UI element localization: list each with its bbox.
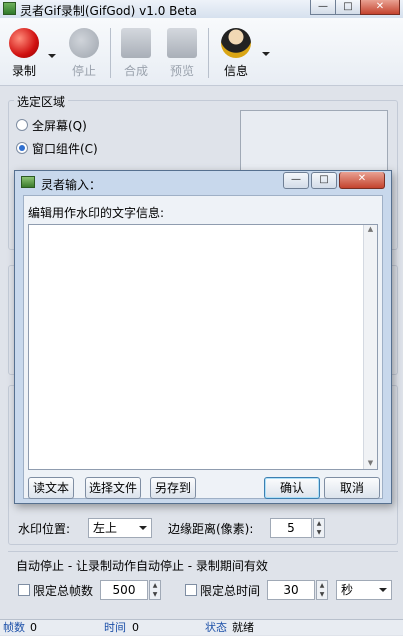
frames-limit-checkbox[interactable] — [18, 584, 30, 596]
info-label: 信息 — [223, 64, 248, 78]
record-icon — [9, 28, 39, 58]
time-unit-select[interactable]: 秒 — [336, 580, 392, 600]
frames-limit-input[interactable]: 500 — [100, 580, 148, 600]
person-icon — [221, 28, 251, 58]
toolbar-separator — [110, 28, 111, 78]
dialog-title: 灵者输入： — [41, 178, 102, 192]
dialog-maximize-button[interactable]: □ — [311, 172, 337, 189]
dialog-close-button[interactable]: ✕ — [339, 172, 385, 189]
time-limit-spinner[interactable]: ▲ ▼ — [316, 580, 328, 600]
record-label: 录制 — [11, 64, 36, 78]
record-dropdown-icon[interactable] — [48, 54, 56, 58]
text-scrollbar[interactable]: ▲ ▼ — [363, 225, 377, 469]
input-dialog: 灵者输入： — □ ✕ 编辑用作水印的文字信息: ▲ ▼ 读文本 选择文件 另存… — [14, 170, 392, 504]
time-limit-input[interactable]: 30 — [267, 580, 315, 600]
margin-input[interactable]: 5 — [270, 518, 312, 538]
watermark-position-value: 左上 — [93, 521, 118, 535]
dialog-app-icon — [21, 176, 35, 188]
margin-spinner[interactable]: ▲ ▼ — [313, 518, 325, 538]
margin-label: 边缘距离(像素): — [168, 522, 254, 536]
cancel-button[interactable]: 取消 — [324, 477, 380, 499]
watermark-position-label: 水印位置: — [18, 522, 71, 536]
divider — [8, 551, 398, 552]
minimize-button[interactable]: — — [310, 0, 336, 15]
folder-icon — [167, 28, 197, 58]
window-component-label: 窗口组件(C) — [32, 142, 98, 156]
frames-status-value: 0 — [30, 621, 37, 634]
preview-button[interactable]: 预览 — [160, 24, 204, 82]
autostop-label: 自动停止 - 让录制动作自动停止 - 录制期间有效 — [16, 559, 268, 573]
state-status-value: 就绪 — [232, 621, 254, 634]
maximize-button[interactable]: □ — [335, 0, 361, 15]
compose-button[interactable]: 合成 — [114, 24, 158, 82]
dialog-minimize-button[interactable]: — — [283, 172, 309, 189]
scroll-up-icon[interactable]: ▲ — [364, 225, 377, 233]
choose-file-button[interactable]: 选择文件 — [85, 477, 141, 499]
region-group-title: 选定区域 — [14, 93, 69, 110]
toolbar: 录制 停止 合成 预览 信息 — [0, 18, 403, 86]
fullscreen-radio[interactable] — [16, 119, 28, 131]
read-text-button[interactable]: 读文本 — [28, 477, 74, 499]
scroll-down-icon[interactable]: ▼ — [364, 459, 377, 467]
fullscreen-label: 全屏幕(Q) — [32, 119, 87, 133]
save-as-button[interactable]: 另存到 — [150, 477, 196, 499]
time-status-value: 0 — [132, 621, 139, 634]
frames-limit-label: 限定总帧数 — [33, 584, 94, 598]
frames-status-label: 帧数 — [3, 621, 25, 634]
close-button[interactable]: ✕ — [360, 0, 400, 15]
record-button[interactable]: 录制 — [2, 24, 46, 82]
compose-label: 合成 — [123, 64, 148, 78]
window-component-radio[interactable] — [16, 142, 28, 154]
film-icon — [121, 28, 151, 58]
title-bar: 灵者Gif录制(GifGod) v1.0 Beta — □ ✕ — [0, 0, 403, 18]
chevron-down-icon — [379, 588, 387, 592]
frames-limit-spinner[interactable]: ▲ ▼ — [149, 580, 161, 600]
ok-button[interactable]: 确认 — [264, 477, 320, 499]
dialog-prompt: 编辑用作水印的文字信息: — [28, 206, 165, 220]
status-bar: 帧数 0 时间 0 状态 就绪 — [0, 619, 403, 635]
window-title: 灵者Gif录制(GifGod) v1.0 Beta — [20, 4, 197, 18]
time-limit-checkbox[interactable] — [185, 584, 197, 596]
chevron-down-icon — [139, 526, 147, 530]
info-dropdown-icon[interactable] — [262, 52, 270, 56]
preview-label: 预览 — [169, 64, 194, 78]
stop-icon — [69, 28, 99, 58]
app-icon — [3, 2, 16, 15]
dialog-body: 编辑用作水印的文字信息: ▲ ▼ 读文本 选择文件 另存到 确认 取消 — [23, 195, 383, 499]
region-preview — [240, 110, 388, 172]
time-unit-value: 秒 — [341, 583, 354, 597]
time-status-label: 时间 — [104, 621, 126, 634]
stop-button[interactable]: 停止 — [62, 24, 106, 82]
watermark-position-select[interactable]: 左上 — [88, 518, 152, 538]
time-limit-label: 限定总时间 — [200, 584, 261, 598]
watermark-text-area[interactable]: ▲ ▼ — [28, 224, 378, 470]
toolbar-separator — [208, 28, 209, 78]
state-status-label: 状态 — [205, 621, 227, 634]
stop-label: 停止 — [71, 64, 96, 78]
info-button[interactable]: 信息 — [214, 24, 258, 82]
